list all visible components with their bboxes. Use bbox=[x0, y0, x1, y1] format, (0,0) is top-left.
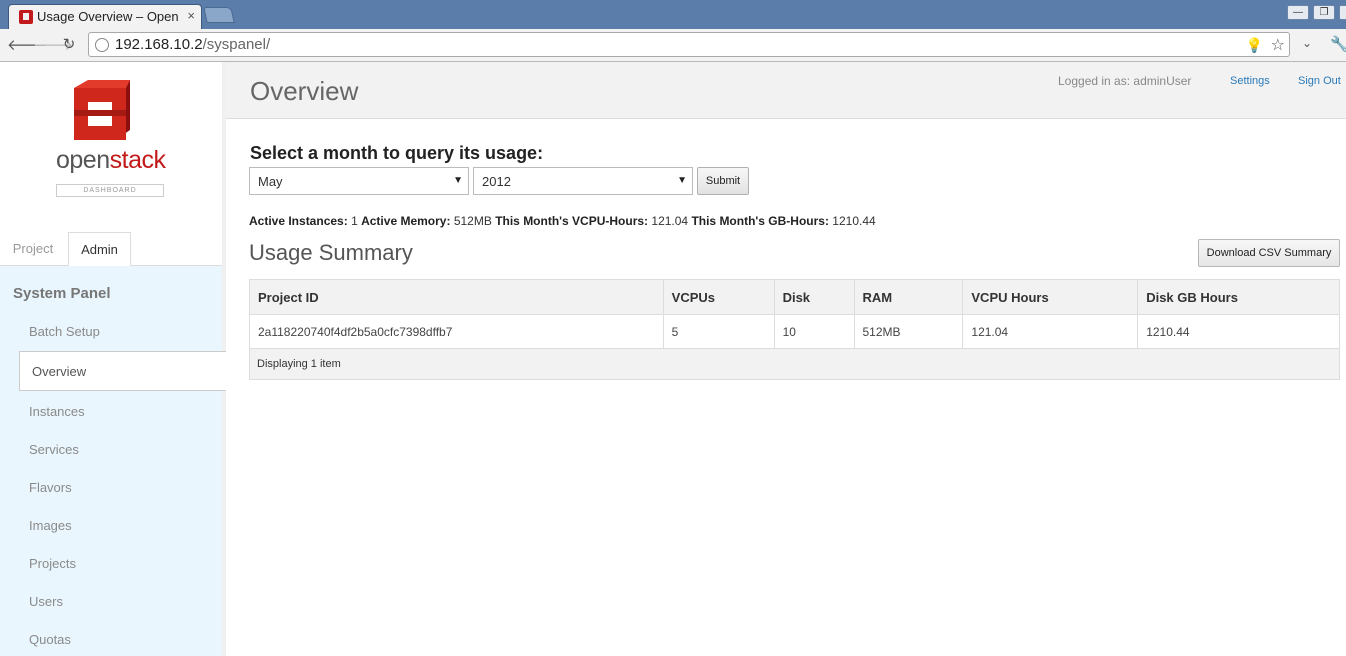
page-title: Overview bbox=[250, 76, 359, 106]
query-heading: Select a month to query its usage: bbox=[250, 143, 544, 163]
back-arrow-icon[interactable]: 🡐 bbox=[7, 35, 47, 54]
ram-cell: 512MB bbox=[854, 314, 964, 349]
gb-hours-value: 1210.44 bbox=[832, 214, 876, 228]
logo-stack: stack bbox=[109, 146, 166, 174]
close-window-icon[interactable] bbox=[1339, 5, 1346, 20]
system-panel: System Panel Batch Setup Overview Instan… bbox=[0, 266, 226, 656]
dashboard-tabs: Project Admin bbox=[0, 232, 222, 267]
globe-icon bbox=[95, 38, 109, 52]
sidebar-item-overview[interactable]: Overview bbox=[19, 351, 226, 391]
column-header[interactable]: Disk bbox=[774, 279, 855, 315]
usage-table: Project ID VCPUs Disk RAM VCPU Hours Dis… bbox=[249, 279, 1340, 380]
submit-button[interactable]: Submit bbox=[697, 167, 749, 195]
openstack-favicon-icon bbox=[19, 10, 33, 24]
lightbulb-icon[interactable]: 💡 bbox=[1246, 37, 1263, 54]
minimize-window-icon[interactable]: — bbox=[1287, 5, 1309, 20]
sidebar-item-flavors[interactable]: Flavors bbox=[29, 480, 72, 495]
month-select-value: May bbox=[258, 174, 283, 189]
openstack-logo[interactable]: openstack DASHBOARD bbox=[56, 76, 166, 202]
dropdown-arrow-icon: ▼ bbox=[453, 175, 463, 186]
tab-admin[interactable]: Admin bbox=[68, 232, 131, 267]
chevron-down-icon[interactable]: ⌄ bbox=[1298, 36, 1316, 50]
sidebar-item-projects[interactable]: Projects bbox=[29, 556, 76, 571]
sidebar-item-instances[interactable]: Instances bbox=[29, 404, 85, 419]
reload-icon[interactable]: ↻ bbox=[60, 35, 78, 53]
sidebar-item-quotas[interactable]: Quotas bbox=[29, 632, 71, 647]
vcpu-hours-cell: 121.04 bbox=[962, 314, 1139, 349]
sidebar-item-label: Overview bbox=[32, 364, 87, 379]
forward-arrow-icon[interactable]: 🡒 bbox=[33, 35, 73, 54]
column-header[interactable]: RAM bbox=[854, 279, 964, 315]
vcpu-hours-label: This Month's VCPU-Hours: bbox=[495, 214, 649, 228]
logo-wordmark: openstack bbox=[56, 146, 166, 175]
sidebar-item-users[interactable]: Users bbox=[29, 594, 63, 609]
url-path: /syspanel/ bbox=[202, 36, 271, 53]
active-memory-value: 512MB bbox=[453, 214, 492, 228]
year-select[interactable]: 2012 ▼ bbox=[473, 167, 693, 195]
panel-title: System Panel bbox=[13, 285, 111, 302]
active-memory-label: Active Memory: bbox=[361, 214, 451, 228]
sidebar-item-services[interactable]: Services bbox=[29, 442, 79, 457]
disk-gb-hours-cell: 1210.44 bbox=[1137, 314, 1340, 349]
tab-project[interactable]: Project bbox=[4, 232, 62, 266]
wrench-icon[interactable]: 🔧 bbox=[1330, 35, 1346, 53]
new-tab-button[interactable] bbox=[203, 7, 235, 23]
month-select[interactable]: May ▼ bbox=[249, 167, 469, 195]
openstack-cube-icon bbox=[74, 80, 130, 140]
vcpu-hours-value: 121.04 bbox=[651, 214, 689, 228]
url-text: 192.168.10.2/syspanel/ bbox=[115, 36, 270, 53]
disk-cell: 10 bbox=[774, 314, 855, 349]
tab-title: Usage Overview – OpenStack bbox=[37, 9, 179, 24]
table-row: 2a118220740f4df2b5a0cfc7398dffb7 5 10 51… bbox=[249, 314, 1340, 349]
sidebar: openstack DASHBOARD Project Admin System… bbox=[0, 62, 226, 656]
table-footer: Displaying 1 item bbox=[249, 348, 1340, 380]
browser-tab-bar: Usage Overview – OpenStack × — ❐ bbox=[0, 0, 1346, 29]
year-select-value: 2012 bbox=[482, 174, 511, 189]
table-header-row: Project ID VCPUs Disk RAM VCPU Hours Dis… bbox=[249, 279, 1340, 315]
logged-in-user: Logged in as: adminUser bbox=[1058, 74, 1192, 88]
url-host: 192.168.10.2 bbox=[115, 36, 203, 53]
usage-summary-title: Usage Summary bbox=[249, 240, 413, 265]
download-csv-button[interactable]: Download CSV Summary bbox=[1198, 239, 1340, 267]
column-header[interactable]: VCPU Hours bbox=[962, 279, 1139, 315]
sign-out-link[interactable]: Sign Out bbox=[1298, 75, 1341, 87]
logo-subtitle: DASHBOARD bbox=[56, 184, 164, 197]
column-header[interactable]: Disk GB Hours bbox=[1137, 279, 1340, 315]
browser-tab[interactable]: Usage Overview – OpenStack × bbox=[8, 4, 202, 29]
column-header[interactable]: VCPUs bbox=[663, 279, 775, 315]
active-instances-label: Active Instances: bbox=[249, 214, 348, 228]
dropdown-arrow-icon: ▼ bbox=[677, 175, 687, 186]
bookmark-star-icon[interactable]: ☆ bbox=[1271, 35, 1285, 55]
sidebar-item-batch-setup[interactable]: Batch Setup bbox=[29, 324, 100, 339]
tab-close-icon[interactable]: × bbox=[187, 8, 195, 23]
column-header[interactable]: Project ID bbox=[249, 279, 664, 315]
gb-hours-label: This Month's GB-Hours: bbox=[691, 214, 829, 228]
usage-stats: Active Instances: 1 Active Memory: 512MB… bbox=[249, 214, 876, 228]
settings-link[interactable]: Settings bbox=[1230, 75, 1270, 87]
project-id-cell: 2a118220740f4df2b5a0cfc7398dffb7 bbox=[249, 314, 664, 349]
sidebar-item-images[interactable]: Images bbox=[29, 518, 72, 533]
active-instances-value: 1 bbox=[351, 214, 358, 228]
table-footer-row: Displaying 1 item bbox=[249, 348, 1340, 380]
address-bar[interactable]: 192.168.10.2/syspanel/ 💡 ☆ bbox=[88, 32, 1290, 57]
browser-toolbar: 🡐 🡒 ↻ 192.168.10.2/syspanel/ 💡 ☆ ⌄ 🔧 bbox=[0, 29, 1346, 62]
vcpus-cell: 5 bbox=[663, 314, 775, 349]
page-header: Overview Logged in as: adminUser Setting… bbox=[226, 62, 1346, 119]
maximize-window-icon[interactable]: ❐ bbox=[1313, 5, 1335, 20]
logo-open: open bbox=[56, 146, 110, 174]
